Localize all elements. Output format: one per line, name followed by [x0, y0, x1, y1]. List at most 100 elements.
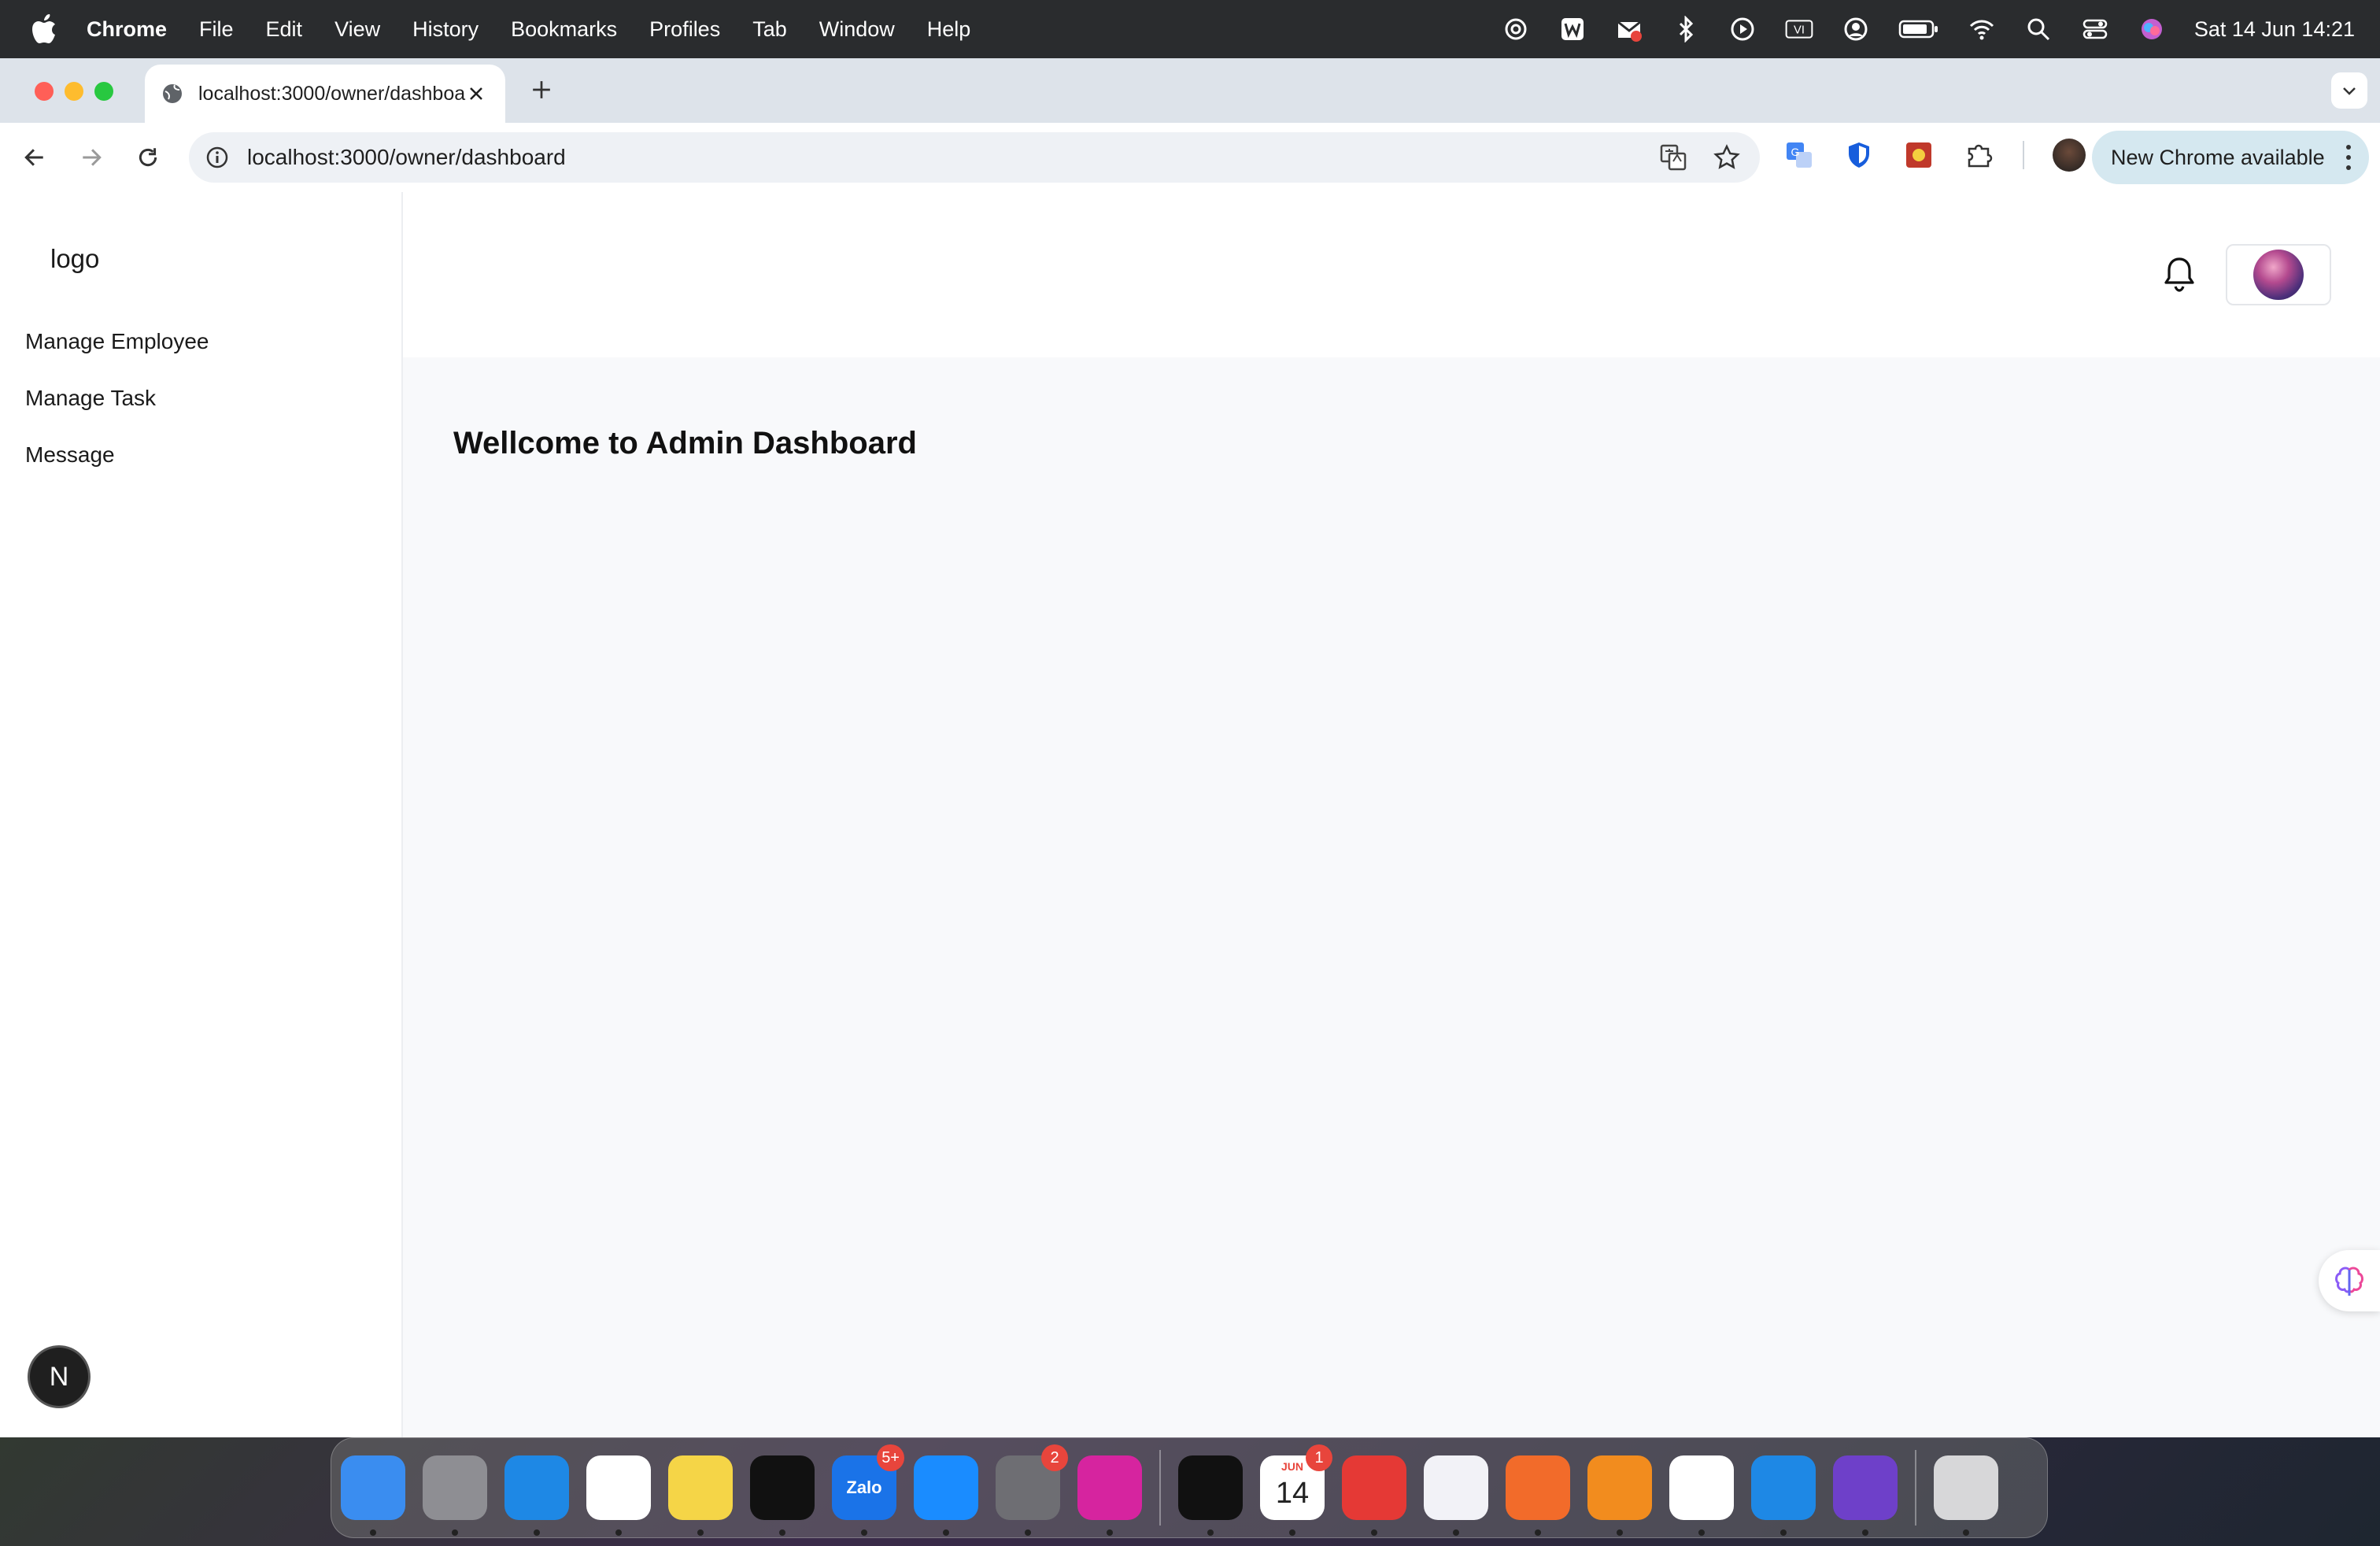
- input-vi-icon[interactable]: VI: [1785, 15, 1813, 43]
- user-avatar-button[interactable]: [2226, 244, 2331, 305]
- site-info-icon[interactable]: [203, 143, 231, 172]
- chatgpt-icon[interactable]: [1502, 15, 1530, 43]
- window-maximize-button[interactable]: [94, 82, 113, 101]
- sidebar-item-message[interactable]: Message: [25, 427, 209, 483]
- menu-bookmarks[interactable]: Bookmarks: [511, 17, 617, 42]
- window-close-button[interactable]: [35, 82, 54, 101]
- running-indicator: [697, 1529, 704, 1536]
- dock-app-chrome[interactable]: [586, 1455, 651, 1536]
- dock-app-infuse[interactable]: [1587, 1455, 1652, 1536]
- web-page: logo Manage Employee Manage Task Message…: [0, 192, 2380, 1437]
- dock-app-vscode[interactable]: [1751, 1455, 1816, 1536]
- running-indicator: [1371, 1529, 1377, 1536]
- apple-icon[interactable]: [30, 12, 58, 46]
- menu-profiles[interactable]: Profiles: [649, 17, 720, 42]
- gmail-icon[interactable]: [1615, 15, 1643, 43]
- plus-icon[interactable]: [527, 76, 556, 104]
- star-icon[interactable]: [1713, 143, 1741, 172]
- running-indicator: [1535, 1529, 1541, 1536]
- dock-app-chatgpt[interactable]: [1669, 1455, 1734, 1536]
- dock-app-terminal[interactable]: [750, 1455, 815, 1536]
- dock-app-safari[interactable]: [504, 1455, 569, 1536]
- dock-app-calendar[interactable]: JUN 14 1: [1260, 1444, 1332, 1536]
- running-indicator: [452, 1529, 458, 1536]
- menu-view[interactable]: View: [334, 17, 380, 42]
- brain-assistant-icon[interactable]: [2319, 1250, 2380, 1311]
- running-indicator: [1453, 1529, 1459, 1536]
- close-icon[interactable]: [464, 82, 488, 105]
- dock-app-instagram[interactable]: [1077, 1455, 1142, 1536]
- running-indicator: [861, 1529, 867, 1536]
- sidebar: logo Manage Employee Manage Task Message…: [0, 192, 403, 1437]
- dock-app-launchpad[interactable]: [423, 1455, 487, 1536]
- running-indicator: [615, 1529, 622, 1536]
- menu-app-name[interactable]: Chrome: [87, 17, 167, 42]
- sidebar-item-manage-task[interactable]: Manage Task: [25, 370, 209, 427]
- dock-app-github-desktop[interactable]: [1833, 1455, 1898, 1536]
- address-bar[interactable]: localhost:3000/owner/dashboard: [189, 132, 1760, 183]
- wps-icon[interactable]: [1558, 15, 1587, 43]
- dock-app-pencil-app[interactable]: [1506, 1455, 1570, 1536]
- extension-red-icon[interactable]: [1903, 139, 1935, 171]
- control-center-icon[interactable]: [2081, 15, 2109, 43]
- user-icon[interactable]: [1842, 15, 1870, 43]
- running-indicator: [1025, 1529, 1031, 1536]
- google-translate-icon[interactable]: G: [1783, 139, 1815, 171]
- siri-icon[interactable]: [2138, 15, 2166, 43]
- nextjs-dev-badge[interactable]: N: [30, 1348, 88, 1406]
- browser-tab[interactable]: localhost:3000/owner/dashboard: [145, 65, 505, 123]
- running-indicator: [779, 1529, 785, 1536]
- new-chrome-available-button[interactable]: New Chrome available: [2092, 131, 2369, 184]
- menubar-clock[interactable]: Sat 14 Jun 14:21: [2194, 17, 2355, 42]
- dock-app-app-store[interactable]: [914, 1455, 978, 1536]
- dock-badge: 5+: [877, 1444, 904, 1471]
- menu-file[interactable]: File: [199, 17, 234, 42]
- profile-avatar[interactable]: [2053, 139, 2086, 172]
- dock-app-finder[interactable]: [341, 1455, 405, 1536]
- dock-app-notes[interactable]: [668, 1455, 733, 1536]
- chrome-window: localhost:3000/owner/dashboard localhost…: [0, 58, 2380, 1437]
- reload-icon[interactable]: [129, 139, 167, 176]
- macos-dock: Zalo 5+ 2 JUN 14 1: [331, 1437, 2048, 1538]
- spotlight-icon[interactable]: [2024, 15, 2053, 43]
- forward-arrow-icon[interactable]: [72, 139, 110, 176]
- battery-icon[interactable]: [1898, 15, 1939, 43]
- dock-app-passwords[interactable]: [1424, 1455, 1488, 1536]
- dock-divider: [1915, 1450, 1916, 1526]
- dock-app-wps-office[interactable]: [1342, 1455, 1406, 1536]
- back-arrow-icon[interactable]: [16, 139, 54, 176]
- running-indicator: [1107, 1529, 1113, 1536]
- dock-app-trash[interactable]: [1934, 1455, 1998, 1536]
- url-text[interactable]: localhost:3000/owner/dashboard: [247, 145, 566, 170]
- sidebar-item-manage-employee[interactable]: Manage Employee: [25, 313, 209, 370]
- update-label: New Chrome available: [2111, 145, 2325, 169]
- window-minimize-button[interactable]: [65, 82, 83, 101]
- avatar: [2253, 250, 2304, 300]
- macos-menu-bar: Chrome File Edit View History Bookmarks …: [0, 0, 2380, 58]
- bluetooth-icon[interactable]: [1672, 15, 1700, 43]
- running-indicator: [1207, 1529, 1214, 1536]
- running-indicator: [370, 1529, 376, 1536]
- shield-icon[interactable]: [1843, 139, 1875, 171]
- dock-app-zalo[interactable]: Zalo 5+: [832, 1444, 904, 1536]
- menu-help[interactable]: Help: [927, 17, 971, 42]
- dock-app-system-settings[interactable]: 2: [996, 1444, 1068, 1536]
- dock-badge: 2: [1041, 1444, 1068, 1471]
- wifi-icon[interactable]: [1968, 15, 1996, 43]
- chevron-down-icon[interactable]: [2331, 72, 2367, 109]
- globe-icon: [161, 82, 184, 105]
- running-indicator: [534, 1529, 540, 1536]
- menu-window[interactable]: Window: [819, 17, 895, 42]
- menu-edit[interactable]: Edit: [266, 17, 303, 42]
- menu-history[interactable]: History: [412, 17, 479, 42]
- bell-icon[interactable]: [2160, 252, 2199, 296]
- puzzle-icon[interactable]: [1963, 139, 1994, 171]
- menu-tab[interactable]: Tab: [752, 17, 787, 42]
- dock-badge: 1: [1306, 1444, 1332, 1471]
- dock-app-clock[interactable]: [1178, 1455, 1243, 1536]
- translate-icon[interactable]: [1659, 143, 1687, 172]
- logo[interactable]: logo: [50, 244, 99, 274]
- kebab-menu-icon[interactable]: [2344, 145, 2353, 170]
- tab-strip: localhost:3000/owner/dashboard: [0, 58, 2380, 123]
- play-icon[interactable]: [1728, 15, 1757, 43]
